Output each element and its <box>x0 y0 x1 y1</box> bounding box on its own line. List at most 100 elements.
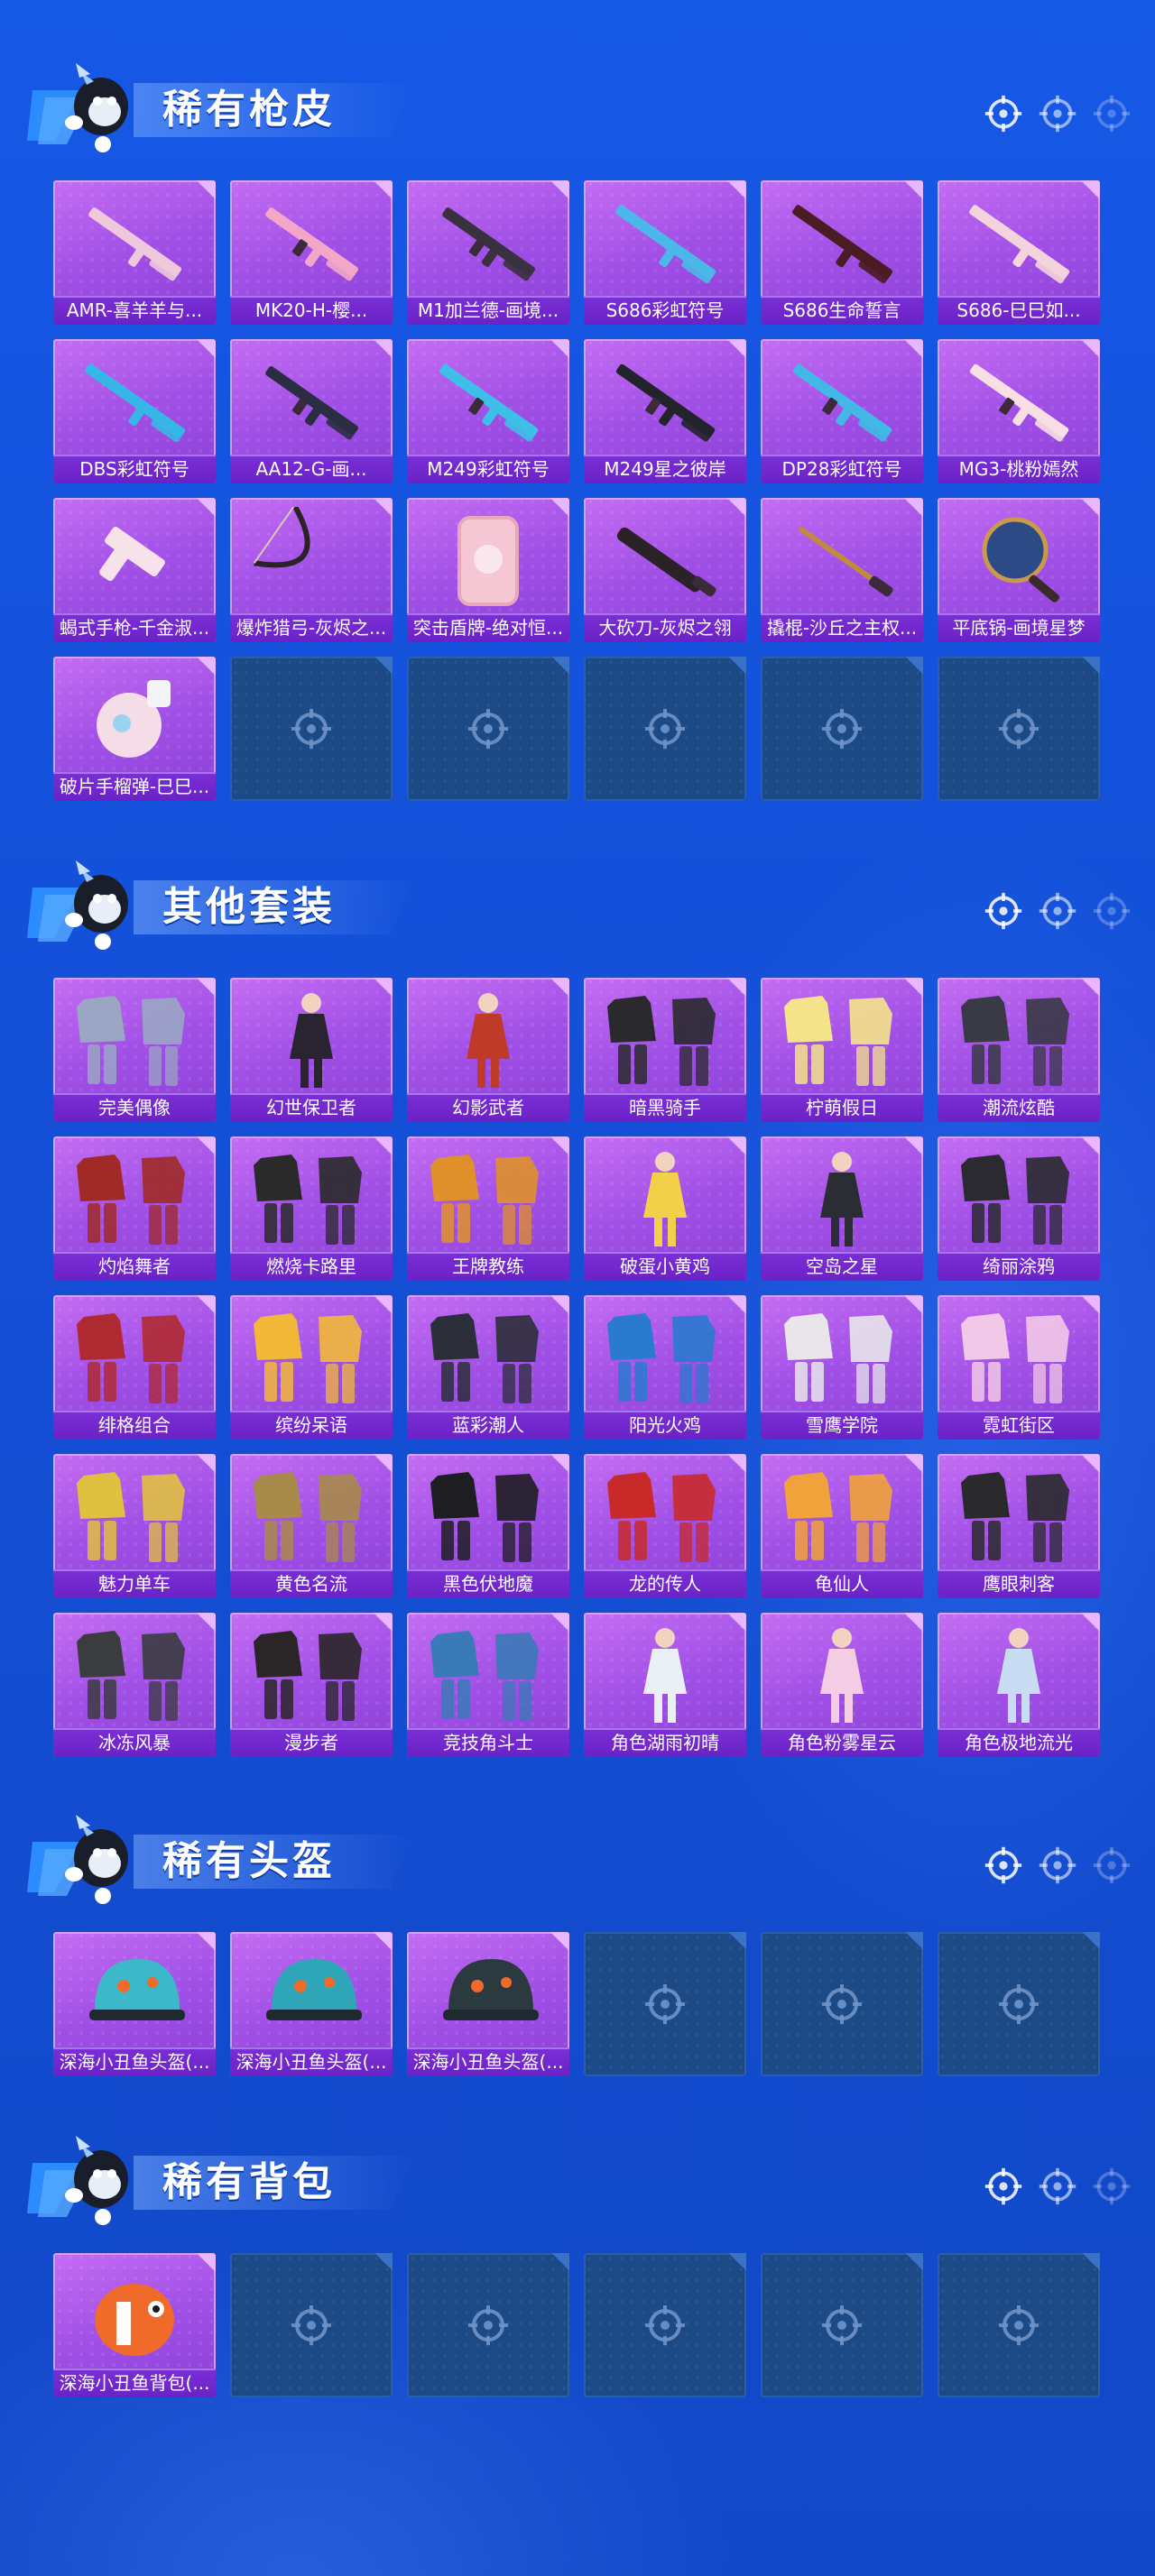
item-label: 大砍刀-灰烬之翎 <box>584 613 746 642</box>
item-card[interactable]: 漫步者 <box>230 1613 393 1757</box>
item-label: MG3-桃粉嫣然 <box>938 455 1100 483</box>
item-card[interactable]: M1加兰德-画境... <box>407 180 569 325</box>
item-label: 深海小丑鱼头盔(... <box>53 2047 216 2076</box>
empty-slot <box>938 2253 1100 2397</box>
item-label: 蓝彩潮人 <box>407 1411 569 1440</box>
item-card[interactable]: S686生命誓言 <box>761 180 923 325</box>
outfit-icon <box>239 1622 383 1728</box>
item-card[interactable]: DBS彩虹符号 <box>53 339 216 483</box>
section-title: 其他套装 <box>162 884 336 930</box>
item-card[interactable]: M249星之彼岸 <box>584 339 746 483</box>
item-card[interactable]: AMR-喜羊羊与... <box>53 180 216 325</box>
empty-slot <box>761 657 923 801</box>
item-label: 黑色伏地魔 <box>407 1569 569 1598</box>
item-card[interactable]: 灼焰舞者 <box>53 1136 216 1281</box>
item-card[interactable]: 破蛋小黄鸡 <box>584 1136 746 1281</box>
tile-corner <box>1078 1932 1100 1954</box>
item-card[interactable]: 撬棍-沙丘之主权... <box>761 498 923 642</box>
figure-icon <box>593 1622 737 1728</box>
outfit-icon <box>416 1622 560 1728</box>
crosshair-icon <box>468 2305 508 2345</box>
item-card[interactable]: 鹰眼刺客 <box>938 1454 1100 1598</box>
item-card[interactable]: 暗黑骑手 <box>584 978 746 1122</box>
item-card[interactable]: 爆炸猎弓-灰烬之... <box>230 498 393 642</box>
outfit-icon <box>770 987 914 1093</box>
item-label: 暗黑骑手 <box>584 1093 746 1122</box>
item-label: 角色粉雾星云 <box>761 1728 923 1757</box>
item-card[interactable]: 黑色伏地魔 <box>407 1454 569 1598</box>
item-card[interactable]: 绯格组合 <box>53 1295 216 1440</box>
item-card[interactable]: 深海小丑鱼头盔(... <box>407 1932 569 2076</box>
item-label: 空岛之星 <box>761 1252 923 1281</box>
item-card[interactable]: 绮丽涂鸦 <box>938 1136 1100 1281</box>
empty-slot <box>584 2253 746 2397</box>
figure-icon <box>593 1145 737 1252</box>
item-card[interactable]: 角色粉雾星云 <box>761 1613 923 1757</box>
shield-icon <box>416 507 560 613</box>
item-card[interactable]: 蝎式手枪-千金淑... <box>53 498 216 642</box>
item-label: 灼焰舞者 <box>53 1252 216 1281</box>
item-label: AA12-G-画... <box>230 455 393 483</box>
item-card[interactable]: 雪鹰学院 <box>761 1295 923 1440</box>
item-label: 龟仙人 <box>761 1569 923 1598</box>
item-card[interactable]: 柠萌假日 <box>761 978 923 1122</box>
crosshair-icon <box>822 1984 862 2024</box>
tile-corner <box>548 657 569 678</box>
item-card[interactable]: 龙的传人 <box>584 1454 746 1598</box>
item-card[interactable]: 魅力单车 <box>53 1454 216 1598</box>
item-card[interactable]: 深海小丑鱼背包(... <box>53 2253 216 2397</box>
item-card[interactable]: 空岛之星 <box>761 1136 923 1281</box>
crosshair-icon <box>645 1984 685 2024</box>
outfit-icon <box>62 1622 207 1728</box>
item-card[interactable]: DP28彩虹符号 <box>761 339 923 483</box>
item-card[interactable]: 幻影武者 <box>407 978 569 1122</box>
item-card[interactable]: 突击盾牌-绝对恒... <box>407 498 569 642</box>
item-card[interactable]: M249彩虹符号 <box>407 339 569 483</box>
outfit-icon <box>947 1463 1091 1569</box>
item-card[interactable]: 深海小丑鱼头盔(... <box>230 1932 393 2076</box>
item-card[interactable]: 深海小丑鱼头盔(... <box>53 1932 216 2076</box>
empty-slot <box>230 657 393 801</box>
crosshair-icon <box>984 2167 1022 2205</box>
item-card[interactable]: 阳光火鸡 <box>584 1295 746 1440</box>
item-label: 绯格组合 <box>53 1411 216 1440</box>
outfit-icon <box>947 1145 1091 1252</box>
item-label: AMR-喜羊羊与... <box>53 296 216 325</box>
item-card[interactable]: 角色湖雨初晴 <box>584 1613 746 1757</box>
item-card[interactable]: MG3-桃粉嫣然 <box>938 339 1100 483</box>
item-card[interactable]: 冰冻风暴 <box>53 1613 216 1757</box>
item-card[interactable]: 竞技角斗士 <box>407 1613 569 1757</box>
crosshair-icon <box>1039 892 1076 930</box>
item-card[interactable]: 角色极地流光 <box>938 1613 1100 1757</box>
item-label: 缤纷呆语 <box>230 1411 393 1440</box>
item-card[interactable]: 平底锅-画境星梦 <box>938 498 1100 642</box>
crosshair-icon <box>984 1846 1022 1884</box>
item-card[interactable]: 王牌教练 <box>407 1136 569 1281</box>
item-card[interactable]: AA12-G-画... <box>230 339 393 483</box>
item-label: 黄色名流 <box>230 1569 393 1598</box>
crosshair-icon <box>999 2305 1039 2345</box>
item-card[interactable]: 黄色名流 <box>230 1454 393 1598</box>
item-card[interactable]: 大砍刀-灰烬之翎 <box>584 498 746 642</box>
figure-icon <box>239 987 383 1093</box>
item-card[interactable]: MK20-H-樱... <box>230 180 393 325</box>
item-card[interactable]: 缤纷呆语 <box>230 1295 393 1440</box>
item-card[interactable]: 燃烧卡路里 <box>230 1136 393 1281</box>
empty-slot <box>761 1932 923 2076</box>
item-label: 深海小丑鱼头盔(... <box>407 2047 569 2076</box>
item-card[interactable]: 龟仙人 <box>761 1454 923 1598</box>
helmet-icon <box>62 1941 207 2047</box>
crosshair-icon <box>291 2305 331 2345</box>
item-card[interactable]: S686彩虹符号 <box>584 180 746 325</box>
item-card[interactable]: 蓝彩潮人 <box>407 1295 569 1440</box>
item-card[interactable]: 霓虹街区 <box>938 1295 1100 1440</box>
item-card[interactable]: 潮流炫酷 <box>938 978 1100 1122</box>
item-card[interactable]: S686-巳巳如... <box>938 180 1100 325</box>
crowbar-icon <box>770 507 914 613</box>
item-label: 冰冻风暴 <box>53 1728 216 1757</box>
machine-gun-icon <box>416 348 560 455</box>
item-label: S686生命誓言 <box>761 296 923 325</box>
item-card[interactable]: 幻世保卫者 <box>230 978 393 1122</box>
item-card[interactable]: 完美偶像 <box>53 978 216 1122</box>
item-card[interactable]: 破片手榴弹-巳巳... <box>53 657 216 801</box>
